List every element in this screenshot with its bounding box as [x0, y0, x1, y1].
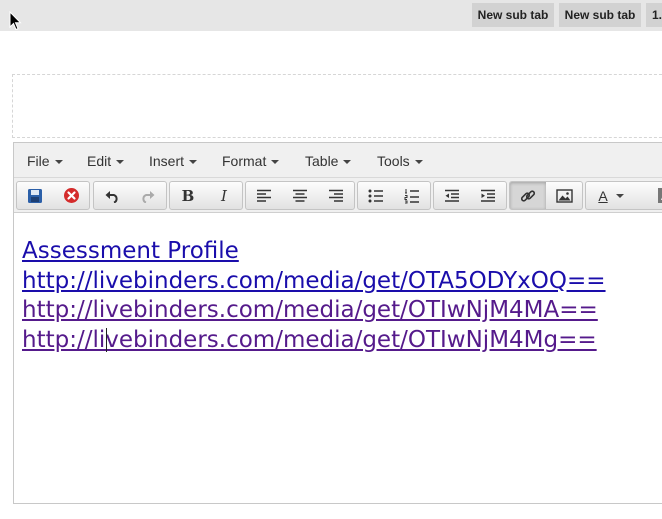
editor-toolbar: B I A: [14, 178, 662, 213]
align-left-button[interactable]: [246, 182, 282, 209]
chevron-down-icon: [271, 160, 280, 165]
align-center-icon: [293, 189, 307, 202]
align-left-icon: [257, 189, 271, 202]
mouse-pointer-icon: [9, 11, 22, 31]
toolbar-group-insert: [509, 181, 583, 210]
redo-icon: [142, 190, 155, 203]
link-assessment-profile[interactable]: Assessment Profile: [22, 237, 662, 267]
menu-file-label: File: [27, 153, 50, 169]
menu-tools[interactable]: Tools: [377, 153, 423, 169]
background-color-button[interactable]: A: [644, 182, 662, 209]
indent-button[interactable]: [470, 182, 506, 209]
chevron-down-icon: [615, 193, 624, 198]
menu-insert[interactable]: Insert: [149, 153, 198, 169]
link-button[interactable]: [510, 182, 546, 209]
indent-icon: [481, 189, 495, 202]
rich-text-editor: File Edit Insert Format Table Tools B I …: [13, 142, 662, 504]
redo-button[interactable]: [130, 182, 166, 209]
save-button[interactable]: [17, 182, 53, 209]
subtab-partial[interactable]: 1.: [646, 3, 662, 27]
chevron-down-icon: [343, 160, 352, 165]
text-color-button[interactable]: A: [586, 182, 636, 209]
italic-button[interactable]: I: [206, 182, 242, 209]
toolbar-group-style: B I: [169, 181, 243, 210]
image-icon: [555, 188, 573, 203]
cancel-icon: [63, 188, 79, 203]
editor-menubar: File Edit Insert Format Table Tools: [14, 143, 662, 178]
menu-edit[interactable]: Edit: [87, 153, 125, 169]
placeholder-region: [12, 74, 662, 138]
numbered-list-icon: [404, 188, 419, 203]
link-icon: [520, 189, 536, 202]
cancel-button[interactable]: [53, 182, 89, 209]
chevron-down-icon: [414, 160, 423, 165]
chevron-down-icon: [189, 160, 198, 165]
toolbar-group-lists: [357, 181, 431, 210]
menu-format[interactable]: Format: [222, 153, 280, 169]
menu-format-label: Format: [222, 153, 267, 169]
link-url-3[interactable]: http://livebinders.com/media/get/OTIwNjM…: [22, 326, 662, 356]
outdent-icon: [445, 189, 459, 202]
undo-icon: [105, 190, 118, 203]
toolbar-group-indent: [433, 181, 507, 210]
link-url-2[interactable]: http://livebinders.com/media/get/OTIwNjM…: [22, 296, 662, 326]
italic-icon: I: [221, 186, 227, 205]
bold-icon: B: [181, 186, 195, 205]
bold-button[interactable]: B: [170, 182, 206, 209]
toolbar-group-file: [16, 181, 90, 210]
align-right-icon: [329, 189, 343, 202]
toolbar-group-history: [93, 181, 167, 210]
menu-edit-label: Edit: [87, 153, 112, 169]
save-icon: [28, 188, 42, 203]
align-right-button[interactable]: [318, 182, 354, 209]
align-center-button[interactable]: [282, 182, 318, 209]
menu-table-label: Table: [305, 153, 339, 169]
editor-content[interactable]: Assessment Profile http://livebinders.co…: [22, 237, 662, 355]
subtab-new-2[interactable]: New sub tab: [559, 3, 641, 27]
bullet-list-icon: [368, 189, 383, 202]
subtab-new-1[interactable]: New sub tab: [472, 3, 554, 27]
outdent-button[interactable]: [434, 182, 470, 209]
top-bar: New sub tab New sub tab 1.: [0, 0, 662, 31]
background-color-icon: A: [658, 188, 662, 203]
chevron-down-icon: [116, 160, 125, 165]
toolbar-group-align: [245, 181, 355, 210]
image-button[interactable]: [546, 182, 582, 209]
text-color-icon: A: [598, 187, 608, 204]
undo-button[interactable]: [94, 182, 130, 209]
menu-tools-label: Tools: [377, 153, 410, 169]
menu-insert-label: Insert: [149, 153, 185, 169]
chevron-down-icon: [54, 160, 63, 165]
text-cursor: [106, 328, 107, 352]
menu-table[interactable]: Table: [305, 153, 352, 169]
numbered-list-button[interactable]: [394, 182, 430, 209]
menu-file[interactable]: File: [27, 153, 63, 169]
bullet-list-button[interactable]: [358, 182, 394, 209]
toolbar-group-colors: A A: [585, 181, 662, 210]
link-url-1[interactable]: http://livebinders.com/media/get/OTA5ODY…: [22, 267, 662, 297]
